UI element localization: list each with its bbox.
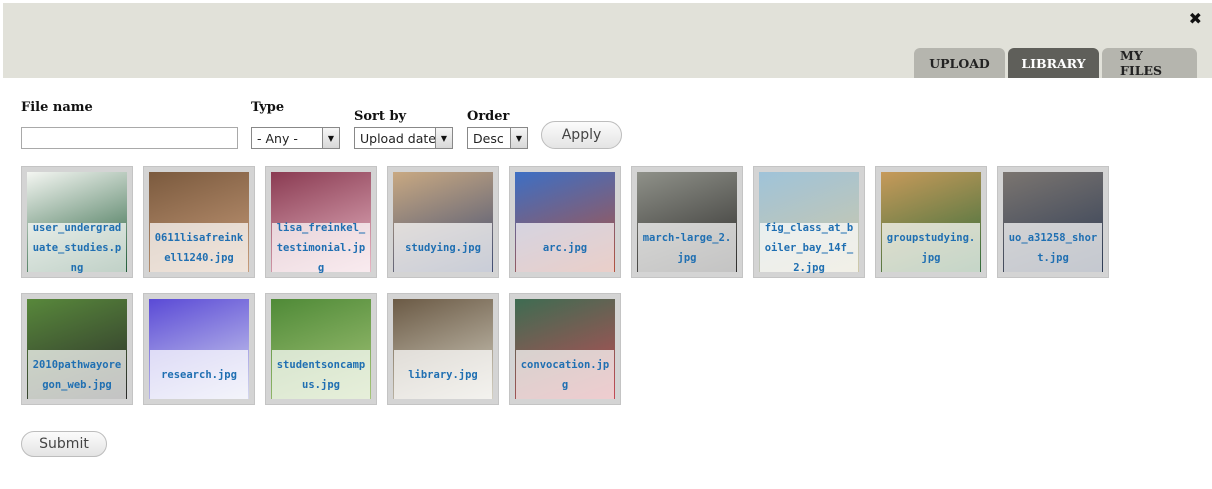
file-thumbnail[interactable]: 0611lisafreinkell1240.jpg: [143, 166, 255, 278]
chevron-down-icon: ▼: [322, 128, 339, 148]
file-thumbnail[interactable]: research.jpg: [143, 293, 255, 405]
file-name-link[interactable]: studying.jpg: [401, 238, 485, 258]
close-icon[interactable]: ✖: [1189, 11, 1202, 27]
file-thumbnail[interactable]: arc.jpg: [509, 166, 621, 278]
file-name-caption: studying.jpg: [394, 223, 492, 272]
file-name-link[interactable]: 2010pathwayoregon_web.jpg: [28, 355, 126, 395]
file-name-label: File name: [21, 100, 93, 115]
file-name-caption: studentsoncampus.jpg: [272, 350, 370, 399]
file-name-caption: convocation.jpg: [516, 350, 614, 399]
file-name-caption: groupstudying.jpg: [882, 223, 980, 272]
file-thumbnail[interactable]: convocation.jpg: [509, 293, 621, 405]
dialog-header: ✖ UPLOAD LIBRARY MY FILES: [3, 3, 1212, 78]
type-select-value: - Any -: [257, 130, 298, 146]
filter-form: File name Type - Any - ▼ Sort by Upload …: [21, 100, 721, 152]
file-name-link[interactable]: research.jpg: [157, 365, 241, 385]
chevron-down-icon: ▼: [435, 128, 452, 148]
file-thumbnail[interactable]: studying.jpg: [387, 166, 499, 278]
file-name-link[interactable]: uo_a31258_short.jpg: [1004, 228, 1102, 268]
file-thumbnail[interactable]: fig_class_at_boiler_bay_14f_2.jpg: [753, 166, 865, 278]
file-thumbnail[interactable]: march-large_2.jpg: [631, 166, 743, 278]
file-name-link[interactable]: user_undergraduate_studies.png: [28, 218, 126, 278]
file-name-link[interactable]: fig_class_at_boiler_bay_14f_2.jpg: [760, 218, 858, 278]
sort-by-label: Sort by: [354, 109, 407, 124]
file-thumbnail[interactable]: library.jpg: [387, 293, 499, 405]
file-name-caption: library.jpg: [394, 350, 492, 399]
file-name-link[interactable]: march-large_2.jpg: [638, 228, 736, 268]
apply-button[interactable]: Apply: [541, 121, 622, 149]
sort-by-select-value: Upload date: [360, 130, 436, 146]
tab-upload[interactable]: UPLOAD: [914, 48, 1005, 78]
file-thumbnail[interactable]: groupstudying.jpg: [875, 166, 987, 278]
file-name-caption: 2010pathwayoregon_web.jpg: [28, 350, 126, 399]
file-thumbnail[interactable]: uo_a31258_short.jpg: [997, 166, 1109, 278]
order-select[interactable]: Desc ▼: [467, 127, 528, 149]
file-name-caption: uo_a31258_short.jpg: [1004, 223, 1102, 272]
file-name-caption: research.jpg: [150, 350, 248, 399]
file-thumbnail[interactable]: 2010pathwayoregon_web.jpg: [21, 293, 133, 405]
file-name-link[interactable]: groupstudying.jpg: [882, 228, 980, 268]
tab-my-files[interactable]: MY FILES: [1102, 48, 1197, 78]
file-name-input[interactable]: [21, 127, 238, 149]
type-select[interactable]: - Any - ▼: [251, 127, 340, 149]
file-name-link[interactable]: arc.jpg: [539, 238, 591, 258]
order-select-value: Desc: [473, 130, 504, 146]
tab-bar: UPLOAD LIBRARY MY FILES: [914, 48, 1197, 78]
file-name-link[interactable]: studentsoncampus.jpg: [272, 355, 370, 395]
type-label: Type: [251, 100, 285, 115]
file-name-caption: user_undergraduate_studies.png: [28, 222, 126, 274]
sort-by-select[interactable]: Upload date ▼: [354, 127, 453, 149]
order-label: Order: [467, 109, 510, 124]
tab-library[interactable]: LIBRARY: [1008, 48, 1099, 78]
file-thumbnail[interactable]: lisa_freinkel_testimonial.jpg: [265, 166, 377, 278]
file-thumbnail[interactable]: studentsoncampus.jpg: [265, 293, 377, 405]
file-name-link[interactable]: lisa_freinkel_testimonial.jpg: [272, 218, 370, 278]
file-name-link[interactable]: convocation.jpg: [516, 355, 614, 395]
submit-button[interactable]: Submit: [21, 431, 107, 457]
file-name-caption: march-large_2.jpg: [638, 223, 736, 272]
file-name-link[interactable]: library.jpg: [404, 365, 482, 385]
file-name-caption: lisa_freinkel_testimonial.jpg: [272, 222, 370, 274]
file-name-caption: arc.jpg: [516, 223, 614, 272]
chevron-down-icon: ▼: [510, 128, 527, 148]
file-name-link[interactable]: 0611lisafreinkell1240.jpg: [150, 228, 248, 268]
file-name-caption: 0611lisafreinkell1240.jpg: [150, 223, 248, 272]
file-name-caption: fig_class_at_boiler_bay_14f_2.jpg: [760, 222, 858, 274]
file-thumbnail[interactable]: user_undergraduate_studies.png: [21, 166, 133, 278]
